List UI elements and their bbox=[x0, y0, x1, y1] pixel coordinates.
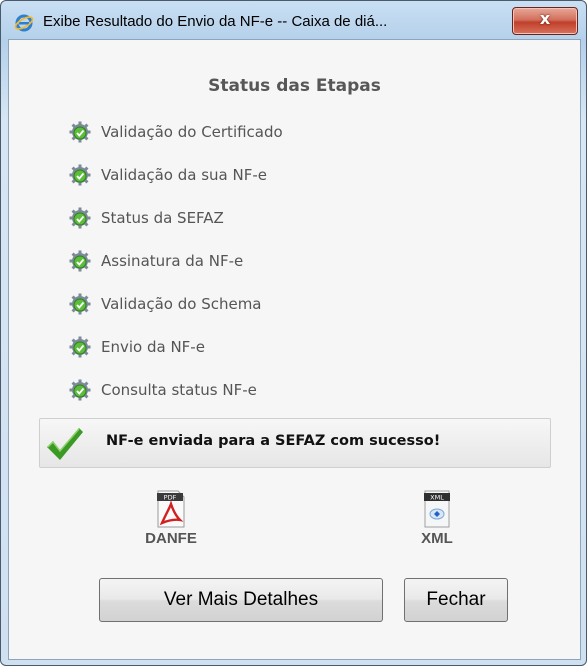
gear-check-icon bbox=[69, 250, 91, 272]
checkmark-icon bbox=[47, 428, 83, 460]
step-item: Envio da NF-e bbox=[69, 335, 205, 359]
dialog-content: Status das Etapas Validação do Certifica… bbox=[8, 39, 581, 660]
step-item: Validação da sua NF-e bbox=[69, 163, 267, 187]
more-details-button[interactable]: Ver Mais Detalhes bbox=[99, 578, 383, 622]
window-title: Exibe Resultado do Envio da NF-e -- Caix… bbox=[43, 13, 388, 30]
dialog-window: Exibe Resultado do Envio da NF-e -- Caix… bbox=[0, 0, 587, 666]
step-label: Validação do Schema bbox=[101, 295, 262, 313]
step-label: Validação do Certificado bbox=[101, 123, 283, 141]
pdf-file-icon: PDF bbox=[157, 490, 185, 528]
gear-check-icon bbox=[69, 293, 91, 315]
close-window-button[interactable]: x bbox=[512, 7, 578, 35]
xml-file-icon: XML bbox=[424, 490, 450, 528]
xml-badge: XML bbox=[430, 494, 444, 502]
step-item: Validação do Schema bbox=[69, 292, 262, 316]
danfe-label: DANFE bbox=[145, 530, 197, 547]
pdf-badge: PDF bbox=[164, 494, 177, 502]
step-label: Consulta status NF-e bbox=[101, 381, 257, 399]
step-label: Validação da sua NF-e bbox=[101, 166, 267, 184]
step-label: Envio da NF-e bbox=[101, 338, 205, 356]
success-banner: NF-e enviada para a SEFAZ com sucesso! bbox=[39, 418, 551, 468]
internet-explorer-icon bbox=[14, 14, 34, 32]
close-icon: x bbox=[539, 9, 551, 28]
step-item: Validação do Certificado bbox=[69, 120, 283, 144]
gear-check-icon bbox=[69, 336, 91, 358]
gear-check-icon bbox=[69, 121, 91, 143]
close-button[interactable]: Fechar bbox=[404, 578, 508, 622]
step-item: Assinatura da NF-e bbox=[69, 249, 243, 273]
step-item: Consulta status NF-e bbox=[69, 378, 257, 402]
xml-download[interactable]: XML XML bbox=[407, 490, 467, 547]
xml-label: XML bbox=[421, 530, 453, 547]
step-label: Status da SEFAZ bbox=[101, 209, 224, 227]
title-bar[interactable]: Exibe Resultado do Envio da NF-e -- Caix… bbox=[1, 1, 586, 37]
gear-check-icon bbox=[69, 379, 91, 401]
gear-check-icon bbox=[69, 164, 91, 186]
step-label: Assinatura da NF-e bbox=[101, 252, 244, 270]
step-item: Status da SEFAZ bbox=[69, 206, 224, 230]
gear-check-icon bbox=[69, 207, 91, 229]
danfe-download[interactable]: PDF DANFE bbox=[136, 490, 206, 547]
success-message: NF-e enviada para a SEFAZ com sucesso! bbox=[106, 433, 441, 449]
status-heading: Status das Etapas bbox=[208, 76, 381, 96]
